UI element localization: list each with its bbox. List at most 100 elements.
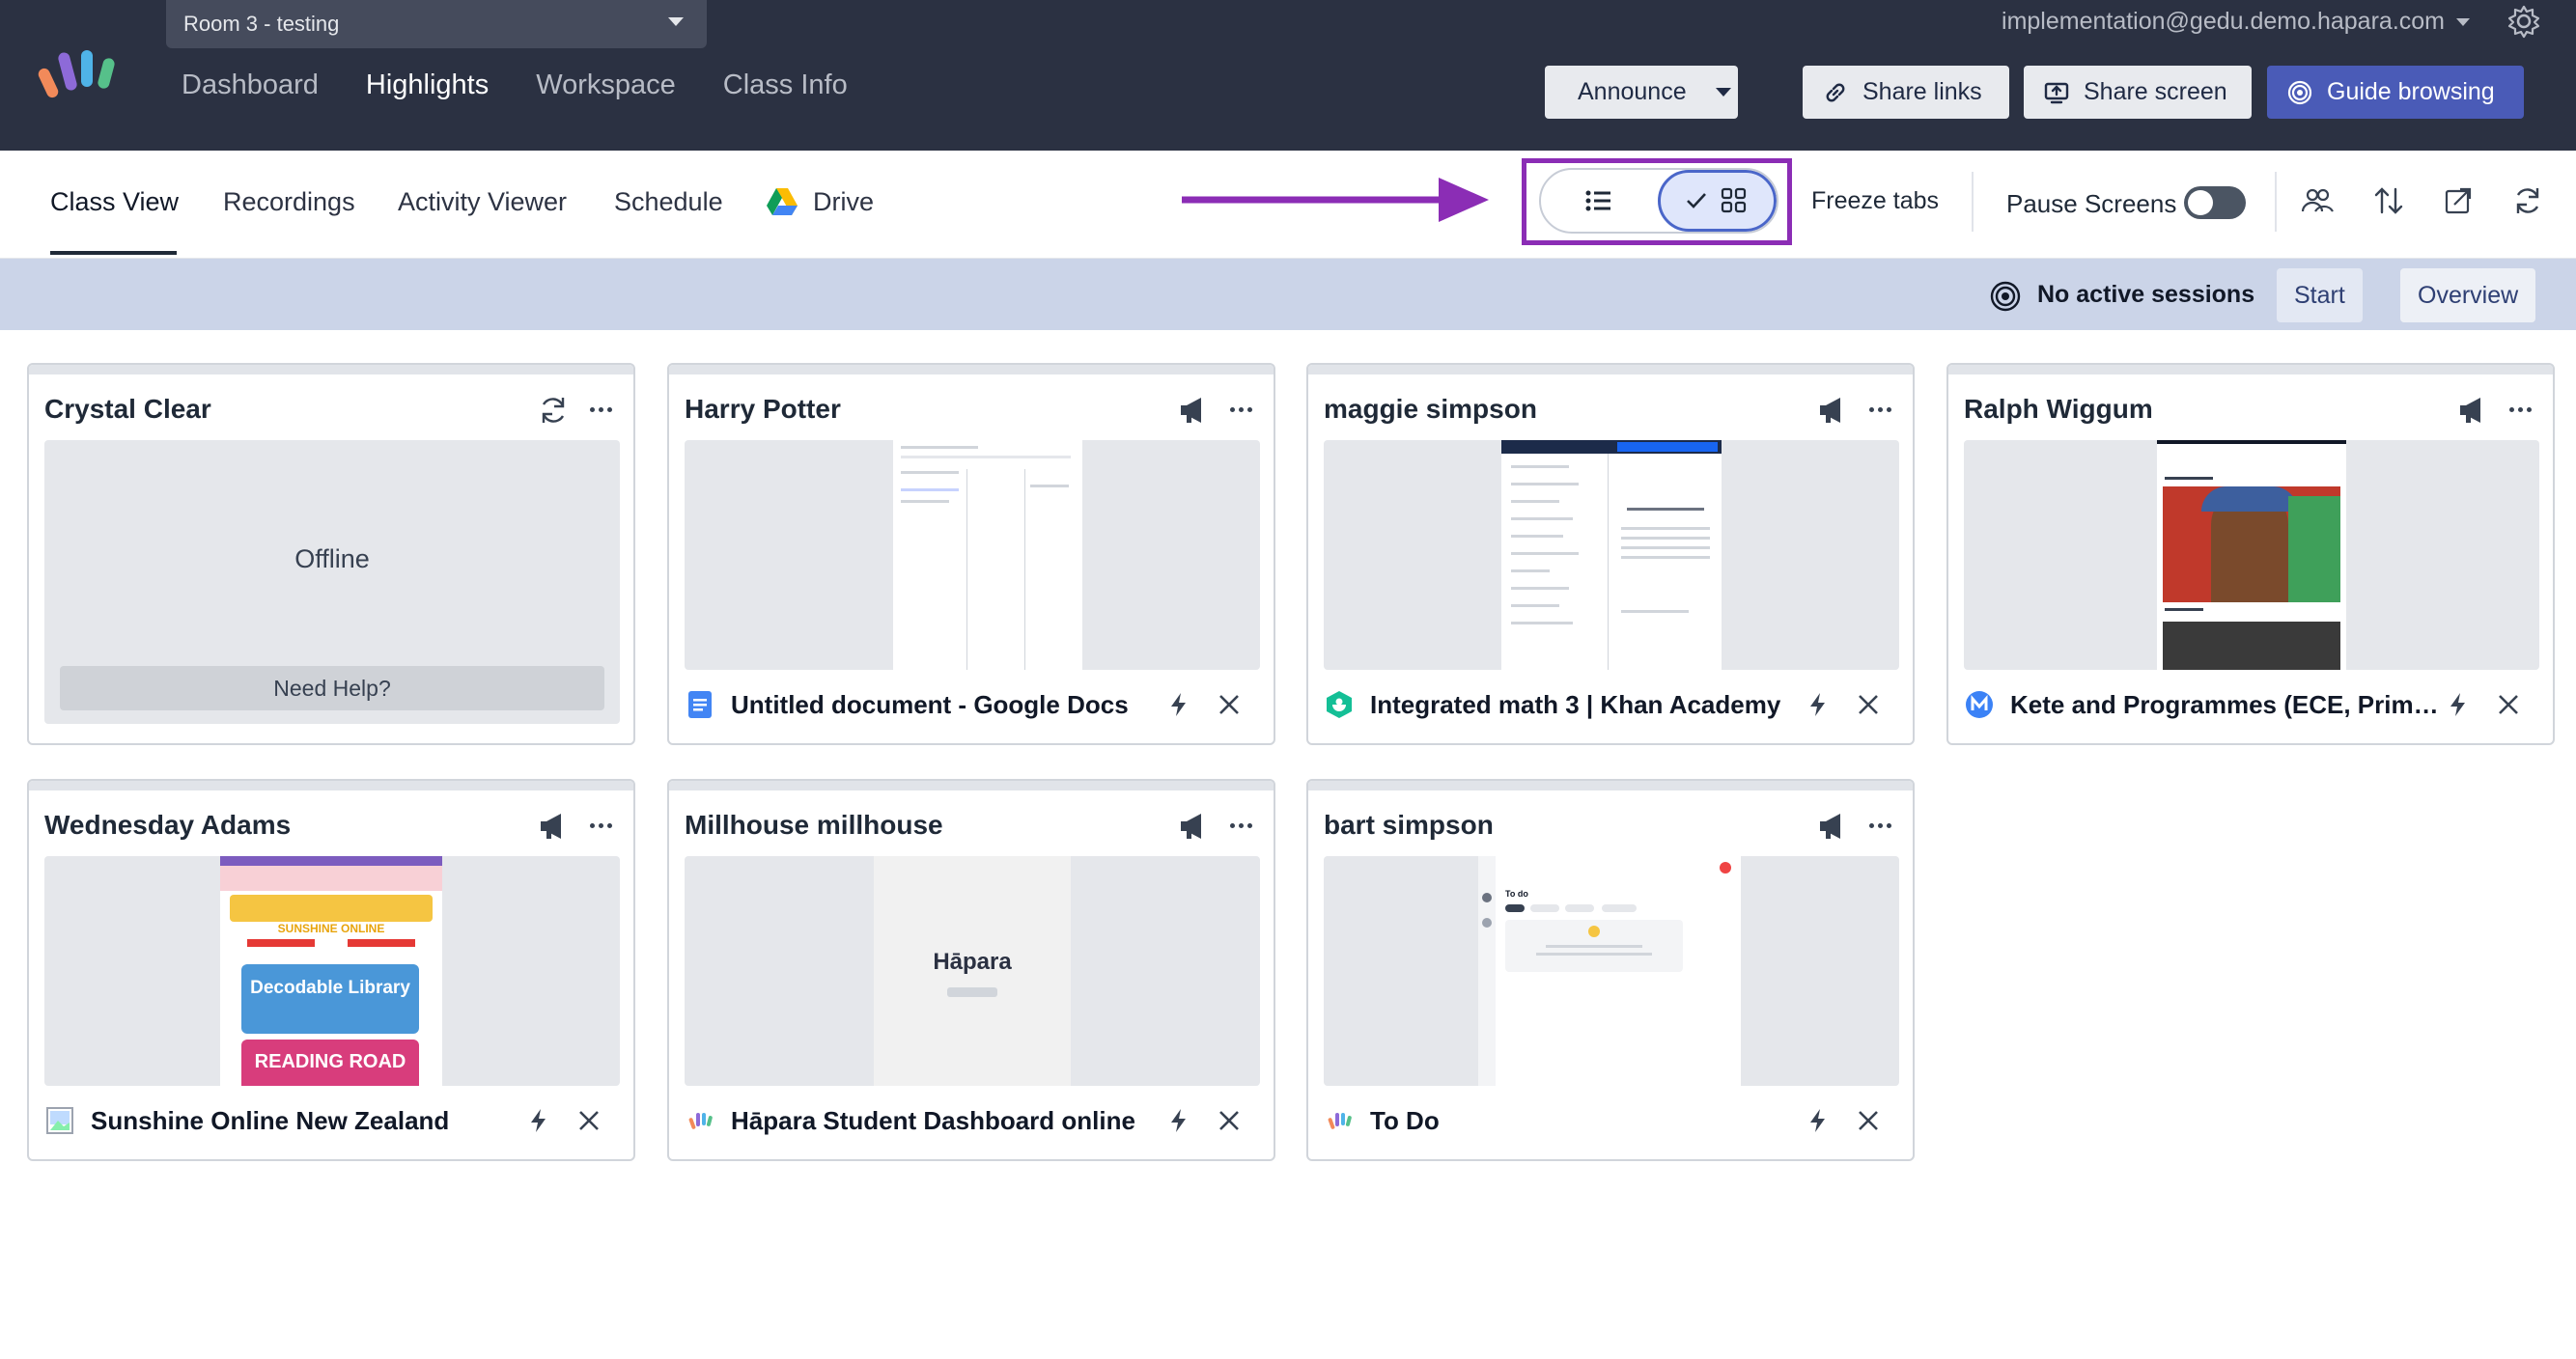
student-name: maggie simpson xyxy=(1324,394,1537,424)
list-icon xyxy=(1585,190,1611,211)
guide-browsing-button[interactable]: Guide browsing xyxy=(2267,66,2524,119)
tab-activity-viewer[interactable]: Activity Viewer xyxy=(398,187,567,217)
student-card[interactable]: Ralph Wiggum Kete and Programmes (ECE, P… xyxy=(1946,363,2555,745)
megaphone-icon[interactable] xyxy=(2456,394,2489,427)
student-card[interactable]: maggie simpson Integrated math 3 | Khan … xyxy=(1306,363,1915,745)
megaphone-icon[interactable] xyxy=(1177,810,1210,843)
gear-icon[interactable] xyxy=(2506,4,2541,39)
refresh-icon[interactable] xyxy=(537,394,570,427)
more-options-icon[interactable] xyxy=(1221,808,1260,843)
toggle-knob xyxy=(2188,190,2213,215)
screen-thumbnail[interactable]: Hāpara xyxy=(685,856,1260,1086)
target-icon xyxy=(1990,281,2021,312)
people-icon[interactable] xyxy=(2300,183,2335,218)
active-tab-row[interactable]: Untitled document - Google Docs xyxy=(685,683,1260,726)
nav-class-info[interactable]: Class Info xyxy=(723,69,848,101)
start-label: Start xyxy=(2294,281,2345,309)
screen-thumbnail[interactable]: To do xyxy=(1324,856,1899,1086)
lightning-icon[interactable] xyxy=(1165,691,1192,718)
tab-title: Kete and Programmes (ECE, Primary... xyxy=(2010,689,2445,719)
more-options-icon[interactable] xyxy=(1861,808,1899,843)
more-options-icon[interactable] xyxy=(2501,392,2539,427)
close-icon[interactable] xyxy=(1855,691,1882,718)
screen-thumbnail[interactable] xyxy=(1964,440,2539,670)
freeze-tabs-button[interactable]: Freeze tabs xyxy=(1811,187,1939,215)
main-nav: Dashboard Highlights Workspace Class Inf… xyxy=(182,69,848,101)
share-screen-button[interactable]: Share screen xyxy=(2024,66,2252,119)
room-select[interactable]: Room 3 - testing xyxy=(166,0,707,48)
close-icon[interactable] xyxy=(2495,691,2522,718)
announce-button[interactable]: Announce xyxy=(1545,66,1738,119)
account-email: implementation@gedu.demo.hapara.com xyxy=(2002,8,2445,35)
megaphone-icon[interactable] xyxy=(1816,810,1849,843)
hapara-page-thumbnail: Hāpara xyxy=(874,856,1071,1086)
lightning-icon[interactable] xyxy=(1805,1107,1832,1134)
chevron-down-icon xyxy=(2456,18,2470,27)
target-icon xyxy=(2287,80,2312,104)
share-links-button[interactable]: Share links xyxy=(1803,66,2009,119)
chevron-down-icon[interactable] xyxy=(1715,88,1731,97)
tab-title: Hāpara Student Dashboard online xyxy=(731,1105,1135,1135)
megaphone-icon[interactable] xyxy=(1177,394,1210,427)
student-card[interactable]: Harry Potter Untitled document - Google … xyxy=(667,363,1275,745)
list-view-button[interactable] xyxy=(1541,170,1658,232)
close-icon[interactable] xyxy=(1216,691,1243,718)
tab-recordings[interactable]: Recordings xyxy=(223,187,355,217)
overview-button[interactable]: Overview xyxy=(2400,268,2536,322)
tab-schedule[interactable]: Schedule xyxy=(614,187,723,217)
student-name: Crystal Clear xyxy=(44,394,211,424)
nav-highlights[interactable]: Highlights xyxy=(366,69,489,101)
active-tab-row[interactable]: Kete and Programmes (ECE, Primary... xyxy=(1964,683,2539,726)
start-session-button[interactable]: Start xyxy=(2277,268,2363,322)
more-options-icon[interactable] xyxy=(581,808,620,843)
hapara-logo[interactable] xyxy=(37,39,124,106)
offline-panel: Offline Need Help? xyxy=(44,440,620,724)
lightning-icon[interactable] xyxy=(1805,691,1832,718)
tab-drive[interactable]: Drive xyxy=(813,187,874,217)
card-status-strip xyxy=(1948,365,2553,374)
student-card[interactable]: Crystal Clear Offline Need Help? xyxy=(27,363,635,745)
active-tab-row[interactable]: Sunshine Online New Zealand xyxy=(44,1099,620,1142)
card-status-strip xyxy=(29,781,633,790)
screen-thumbnail[interactable] xyxy=(1324,440,1899,670)
active-tab-row[interactable]: To Do xyxy=(1324,1099,1899,1142)
more-options-icon[interactable] xyxy=(581,392,620,427)
screen-thumbnail[interactable] xyxy=(685,440,1260,670)
photo-thumbnail xyxy=(2163,486,2340,602)
close-icon[interactable] xyxy=(1216,1107,1243,1134)
active-tab-row[interactable]: Integrated math 3 | Khan Academy xyxy=(1324,683,1899,726)
nav-workspace[interactable]: Workspace xyxy=(536,69,676,101)
lightning-icon[interactable] xyxy=(525,1107,552,1134)
student-name: Harry Potter xyxy=(685,394,841,424)
external-link-icon[interactable] xyxy=(2441,183,2476,218)
need-help-button[interactable]: Need Help? xyxy=(60,666,604,710)
lightning-icon[interactable] xyxy=(2445,691,2472,718)
account-menu[interactable]: implementation@gedu.demo.hapara.com xyxy=(2002,8,2470,36)
more-options-icon[interactable] xyxy=(1221,392,1260,427)
view-mode-toggle[interactable] xyxy=(1539,168,1778,234)
need-help-label: Need Help? xyxy=(273,675,391,701)
tab-class-view[interactable]: Class View xyxy=(50,187,179,217)
close-icon[interactable] xyxy=(1855,1107,1882,1134)
tab-title: Integrated math 3 | Khan Academy xyxy=(1370,689,1781,719)
hapara-icon xyxy=(688,1113,713,1129)
lightning-icon[interactable] xyxy=(1165,1107,1192,1134)
link-icon xyxy=(1826,83,1845,101)
grid-view-button[interactable] xyxy=(1657,170,1777,232)
student-card[interactable]: Millhouse millhouse Hāpara Hāpara Studen… xyxy=(667,779,1275,1161)
close-icon[interactable] xyxy=(575,1107,602,1134)
sort-icon[interactable] xyxy=(2371,183,2406,218)
megaphone-icon[interactable] xyxy=(1816,394,1849,427)
student-card[interactable]: Wednesday Adams SUNSHINE ONLINE Decodabl… xyxy=(27,779,635,1161)
refresh-icon[interactable] xyxy=(2510,183,2545,218)
pause-screens-toggle[interactable] xyxy=(2184,186,2246,219)
student-card[interactable]: bart simpson To do To Do xyxy=(1306,779,1915,1161)
offline-status: Offline xyxy=(294,544,370,573)
active-tab-row[interactable]: Hāpara Student Dashboard online xyxy=(685,1099,1260,1142)
student-name: bart simpson xyxy=(1324,810,1494,840)
card-status-strip xyxy=(1308,365,1913,374)
nav-dashboard[interactable]: Dashboard xyxy=(182,69,319,101)
screen-thumbnail[interactable]: SUNSHINE ONLINE Decodable Library READIN… xyxy=(44,856,620,1086)
megaphone-icon[interactable] xyxy=(537,810,570,843)
more-options-icon[interactable] xyxy=(1861,392,1899,427)
